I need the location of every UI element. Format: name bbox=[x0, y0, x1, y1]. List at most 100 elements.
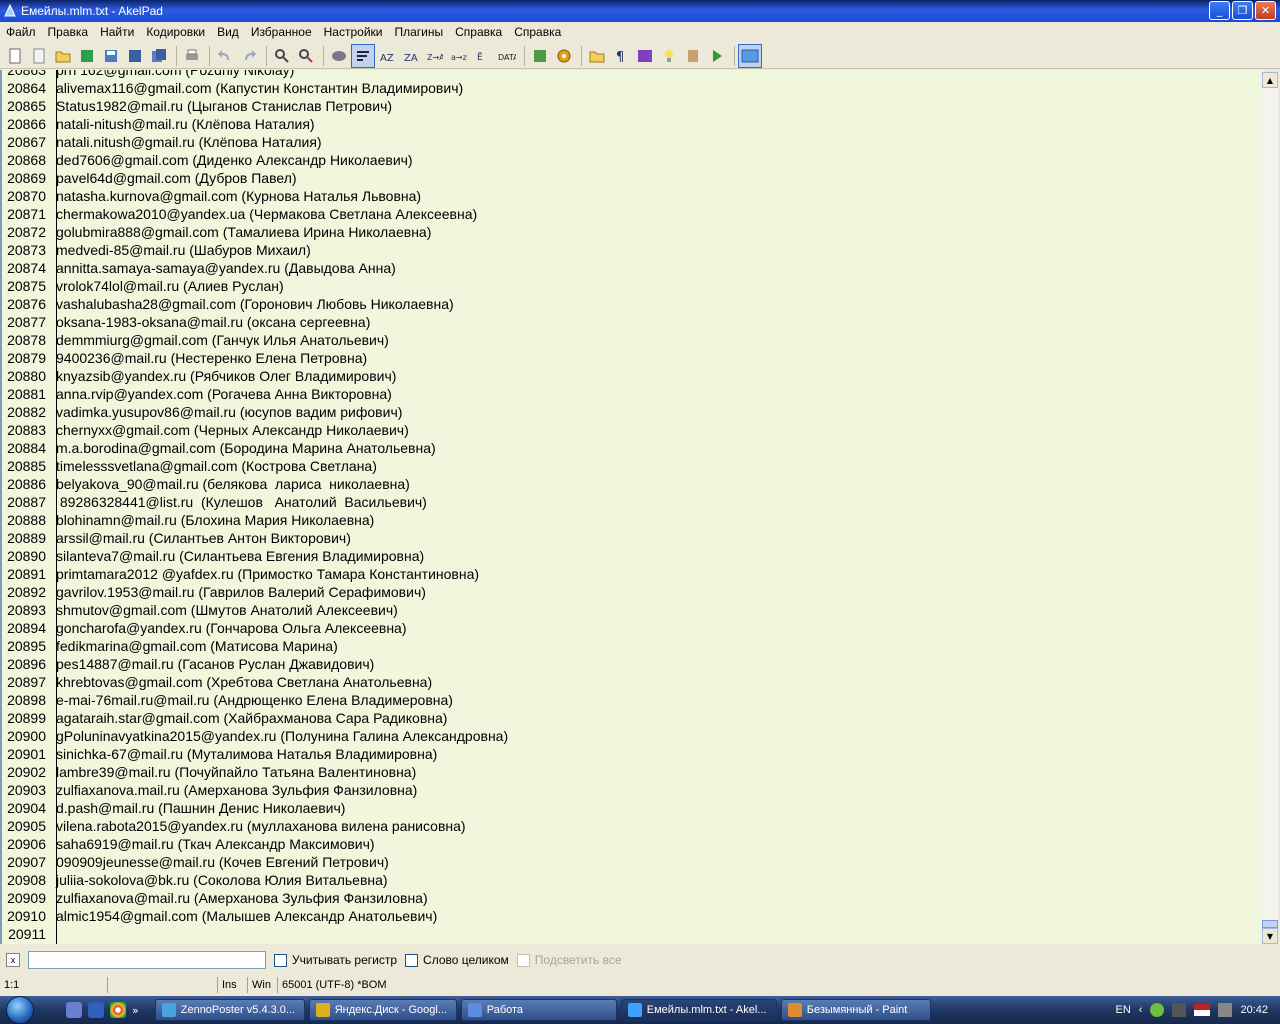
explorer-icon[interactable] bbox=[586, 45, 608, 67]
text-line[interactable]: 20911 bbox=[2, 925, 1264, 943]
text-line[interactable]: 20897 khrebtovas@gmail.com (Хребтова Свет… bbox=[2, 673, 1264, 691]
line-text[interactable]: belyakova_90@mail.ru (белякова лариса ни… bbox=[52, 475, 410, 493]
whole-word-checkbox[interactable]: Слово целиком bbox=[405, 953, 509, 967]
line-text[interactable]: pes14887@mail.ru (Гасанов Руслан Джавидо… bbox=[52, 655, 374, 673]
text-line[interactable]: 20863 prn 162@gmail.com (Pozdniy Nikolay) bbox=[2, 70, 1264, 79]
line-text[interactable]: goncharofa@yandex.ru (Гончарова Ольга Ал… bbox=[52, 619, 407, 637]
minimize-button[interactable]: _ bbox=[1209, 1, 1230, 20]
text-editor[interactable]: 20863 prn 162@gmail.com (Pozdniy Nikolay)… bbox=[0, 70, 1264, 944]
hex-icon[interactable] bbox=[634, 45, 656, 67]
chrome-icon[interactable] bbox=[110, 1002, 126, 1018]
clock[interactable]: 20:42 bbox=[1240, 1004, 1268, 1016]
text-line[interactable]: 20898 e-mai-76mail.ru@mail.ru (Андрющенко… bbox=[2, 691, 1264, 709]
line-text[interactable]: prn 162@gmail.com (Pozdniy Nikolay) bbox=[52, 70, 294, 79]
line-text[interactable]: knyazsib@yandex.ru (Рябчиков Олег Владим… bbox=[52, 367, 396, 385]
settings-gear-icon[interactable] bbox=[553, 45, 575, 67]
text-line[interactable]: 20883 chernyxx@gmail.com (Черных Александ… bbox=[2, 421, 1264, 439]
text-line[interactable]: 20889 arssil@mail.ru (Силантьев Антон Вик… bbox=[2, 529, 1264, 547]
date-insert-icon[interactable]: DATA bbox=[496, 45, 518, 67]
scroll-up-arrow-icon[interactable]: ▲ bbox=[1262, 72, 1278, 88]
word-wrap-icon[interactable] bbox=[351, 43, 375, 68]
line-text[interactable]: khrebtovas@gmail.com (Хребтова Светлана … bbox=[52, 673, 432, 691]
text-line[interactable]: 20901 sinichka-67@mail.ru (Муталимова Нат… bbox=[2, 745, 1264, 763]
text-line[interactable]: 20884 m.a.borodina@gmail.com (Бородина Ма… bbox=[2, 439, 1264, 457]
line-text[interactable]: lambre39@mail.ru (Почуйпайло Татьяна Вал… bbox=[52, 763, 416, 781]
text-line[interactable]: 20896 pes14887@mail.ru (Гасанов Руслан Дж… bbox=[2, 655, 1264, 673]
line-text[interactable]: sinichka-67@mail.ru (Муталимова Наталья … bbox=[52, 745, 437, 763]
text-line[interactable]: 20892 gavrilov.1953@mail.ru (Гаврилов Вал… bbox=[2, 583, 1264, 601]
taskbar-button[interactable]: Работа bbox=[460, 999, 617, 1021]
menu-encodings[interactable]: Кодировки bbox=[140, 22, 211, 42]
text-line[interactable]: 20877 oksana-1983-oksana@mail.ru (оксана … bbox=[2, 313, 1264, 331]
open-folder-icon[interactable] bbox=[52, 45, 74, 67]
scrollbar-thumb[interactable] bbox=[1262, 920, 1278, 928]
line-text[interactable]: almic1954@gmail.com (Малышев Александр А… bbox=[52, 907, 437, 925]
text-line[interactable]: 20864 alivemax116@gmail.com (Капустин Кон… bbox=[2, 79, 1264, 97]
line-text[interactable]: fedikmarina@gmail.com (Матисова Марина) bbox=[52, 637, 338, 655]
text-line[interactable]: 20888 blohinamn@mail.ru (Блохина Мария Ни… bbox=[2, 511, 1264, 529]
sort-ascending-icon[interactable]: AZ bbox=[376, 45, 398, 67]
text-line[interactable]: 20876 vashalubasha28@gmail.com (Горонович… bbox=[2, 295, 1264, 313]
text-line[interactable]: 20868 ded7606@gmail.com (Диденко Александ… bbox=[2, 151, 1264, 169]
menu-plugins[interactable]: Плагины bbox=[388, 22, 449, 42]
text-line[interactable]: 20906 saha6919@mail.ru (Ткач Александр Ма… bbox=[2, 835, 1264, 853]
print-icon[interactable] bbox=[181, 45, 203, 67]
line-text[interactable]: zulfiaxanova@mail.ru (Амерханова Зульфия… bbox=[52, 889, 428, 907]
find-icon[interactable] bbox=[271, 45, 293, 67]
line-text[interactable]: arssil@mail.ru (Силантьев Антон Викторов… bbox=[52, 529, 351, 547]
read-only-icon[interactable] bbox=[328, 45, 350, 67]
text-line[interactable]: 20867 natali.nitush@gmail.ru (Клёпова Нат… bbox=[2, 133, 1264, 151]
text-line[interactable]: 20882 vadimka.yusupov86@mail.ru (юсупов в… bbox=[2, 403, 1264, 421]
line-text[interactable]: agataraih.star@gmail.com (Хайбрахманова … bbox=[52, 709, 447, 727]
line-text[interactable]: demmmiurg@gmail.com (Ганчук Илья Анатоль… bbox=[52, 331, 389, 349]
line-text[interactable]: juliia-sokolova@bk.ru (Соколова Юлия Вит… bbox=[52, 871, 388, 889]
line-text[interactable] bbox=[52, 925, 56, 943]
text-line[interactable]: 20904 d.pash@mail.ru (Пашнин Денис Никола… bbox=[2, 799, 1264, 817]
match-case-checkbox[interactable]: Учитывать регистр bbox=[274, 953, 397, 967]
plugin-icon[interactable] bbox=[529, 45, 551, 67]
text-line[interactable]: 20886 belyakova_90@mail.ru (белякова лари… bbox=[2, 475, 1264, 493]
text-line[interactable]: 20875 vrolok74lol@mail.ru (Алиев Руслан) bbox=[2, 277, 1264, 295]
find-close-button[interactable]: x bbox=[6, 953, 20, 967]
text-line[interactable]: 20905 vilena.rabota2015@yandex.ru (муллах… bbox=[2, 817, 1264, 835]
sort-descending-icon[interactable]: ZA bbox=[400, 45, 422, 67]
text-line[interactable]: 20895 fedikmarina@gmail.com (Матисова Мар… bbox=[2, 637, 1264, 655]
tray-network-icon[interactable] bbox=[1172, 1003, 1187, 1017]
run-icon[interactable] bbox=[706, 45, 728, 67]
line-text[interactable]: zulfiaxanova.mail.ru (Амерханова Зульфия… bbox=[52, 781, 417, 799]
line-text[interactable]: chernyxx@gmail.com (Черных Александр Ник… bbox=[52, 421, 409, 439]
line-text[interactable]: natali-nitush@mail.ru (Клёпова Наталия) bbox=[52, 115, 315, 133]
line-text[interactable]: chermakowa2010@yandex.ua (Чермакова Свет… bbox=[52, 205, 477, 223]
taskbar-button[interactable]: Безымянный - Paint bbox=[780, 999, 931, 1021]
text-line[interactable]: 20878 demmmiurg@gmail.com (Ганчук Илья Ан… bbox=[2, 331, 1264, 349]
menu-favorites[interactable]: Избранное bbox=[245, 22, 318, 42]
menu-view[interactable]: Вид bbox=[211, 22, 245, 42]
text-line[interactable]: 20873 medvedi-85@mail.ru (Шабуров Михаил) bbox=[2, 241, 1264, 259]
line-text[interactable]: e-mai-76mail.ru@mail.ru (Андрющенко Елен… bbox=[52, 691, 453, 709]
text-line[interactable]: 20893 shmutov@gmail.com (Шмутов Анатолий … bbox=[2, 601, 1264, 619]
line-text[interactable]: oksana-1983-oksana@mail.ru (оксана серге… bbox=[52, 313, 370, 331]
line-text[interactable]: gavrilov.1953@mail.ru (Гаврилов Валерий … bbox=[52, 583, 426, 601]
taskbar-button[interactable]: ZennoPoster v5.4.3.0... bbox=[154, 999, 305, 1021]
menu-help-2[interactable]: Справка bbox=[508, 22, 567, 42]
quicklaunch-app-icon[interactable] bbox=[66, 1002, 82, 1018]
line-text[interactable]: vilena.rabota2015@yandex.ru (муллаханова… bbox=[52, 817, 466, 835]
convert-case-icon[interactable]: Ë bbox=[472, 45, 494, 67]
text-line[interactable]: 20908 juliia-sokolova@bk.ru (Соколова Юли… bbox=[2, 871, 1264, 889]
text-line[interactable]: 20869 pavel64d@gmail.com (Дубров Павел) bbox=[2, 169, 1264, 187]
flag-icon[interactable] bbox=[1194, 1004, 1211, 1016]
text-line[interactable]: 20909 zulfiaxanova@mail.ru (Амерханова Зу… bbox=[2, 889, 1264, 907]
text-line[interactable]: 20866 natali-nitush@mail.ru (Клёпова Ната… bbox=[2, 115, 1264, 133]
text-line[interactable]: 20880 knyazsib@yandex.ru (Рябчиков Олег В… bbox=[2, 367, 1264, 385]
text-line[interactable]: 20899 agataraih.star@gmail.com (Хайбрахма… bbox=[2, 709, 1264, 727]
pilcrow-icon[interactable]: ¶ bbox=[610, 45, 632, 67]
line-text[interactable]: vrolok74lol@mail.ru (Алиев Руслан) bbox=[52, 277, 284, 295]
tray-expand-icon[interactable]: ‹ bbox=[1139, 1004, 1143, 1016]
volume-icon[interactable] bbox=[1218, 1003, 1233, 1017]
line-text[interactable]: silanteva7@mail.ru (Силантьева Евгения В… bbox=[52, 547, 424, 565]
text-line[interactable]: 20881 anna.rvip@yandex.com (Рогачева Анна… bbox=[2, 385, 1264, 403]
split-window-icon[interactable] bbox=[738, 43, 762, 68]
text-line[interactable]: 20874 annitta.samaya-samaya@yandex.ru (Да… bbox=[2, 259, 1264, 277]
save-icon[interactable] bbox=[100, 45, 122, 67]
redo-icon[interactable] bbox=[238, 45, 260, 67]
